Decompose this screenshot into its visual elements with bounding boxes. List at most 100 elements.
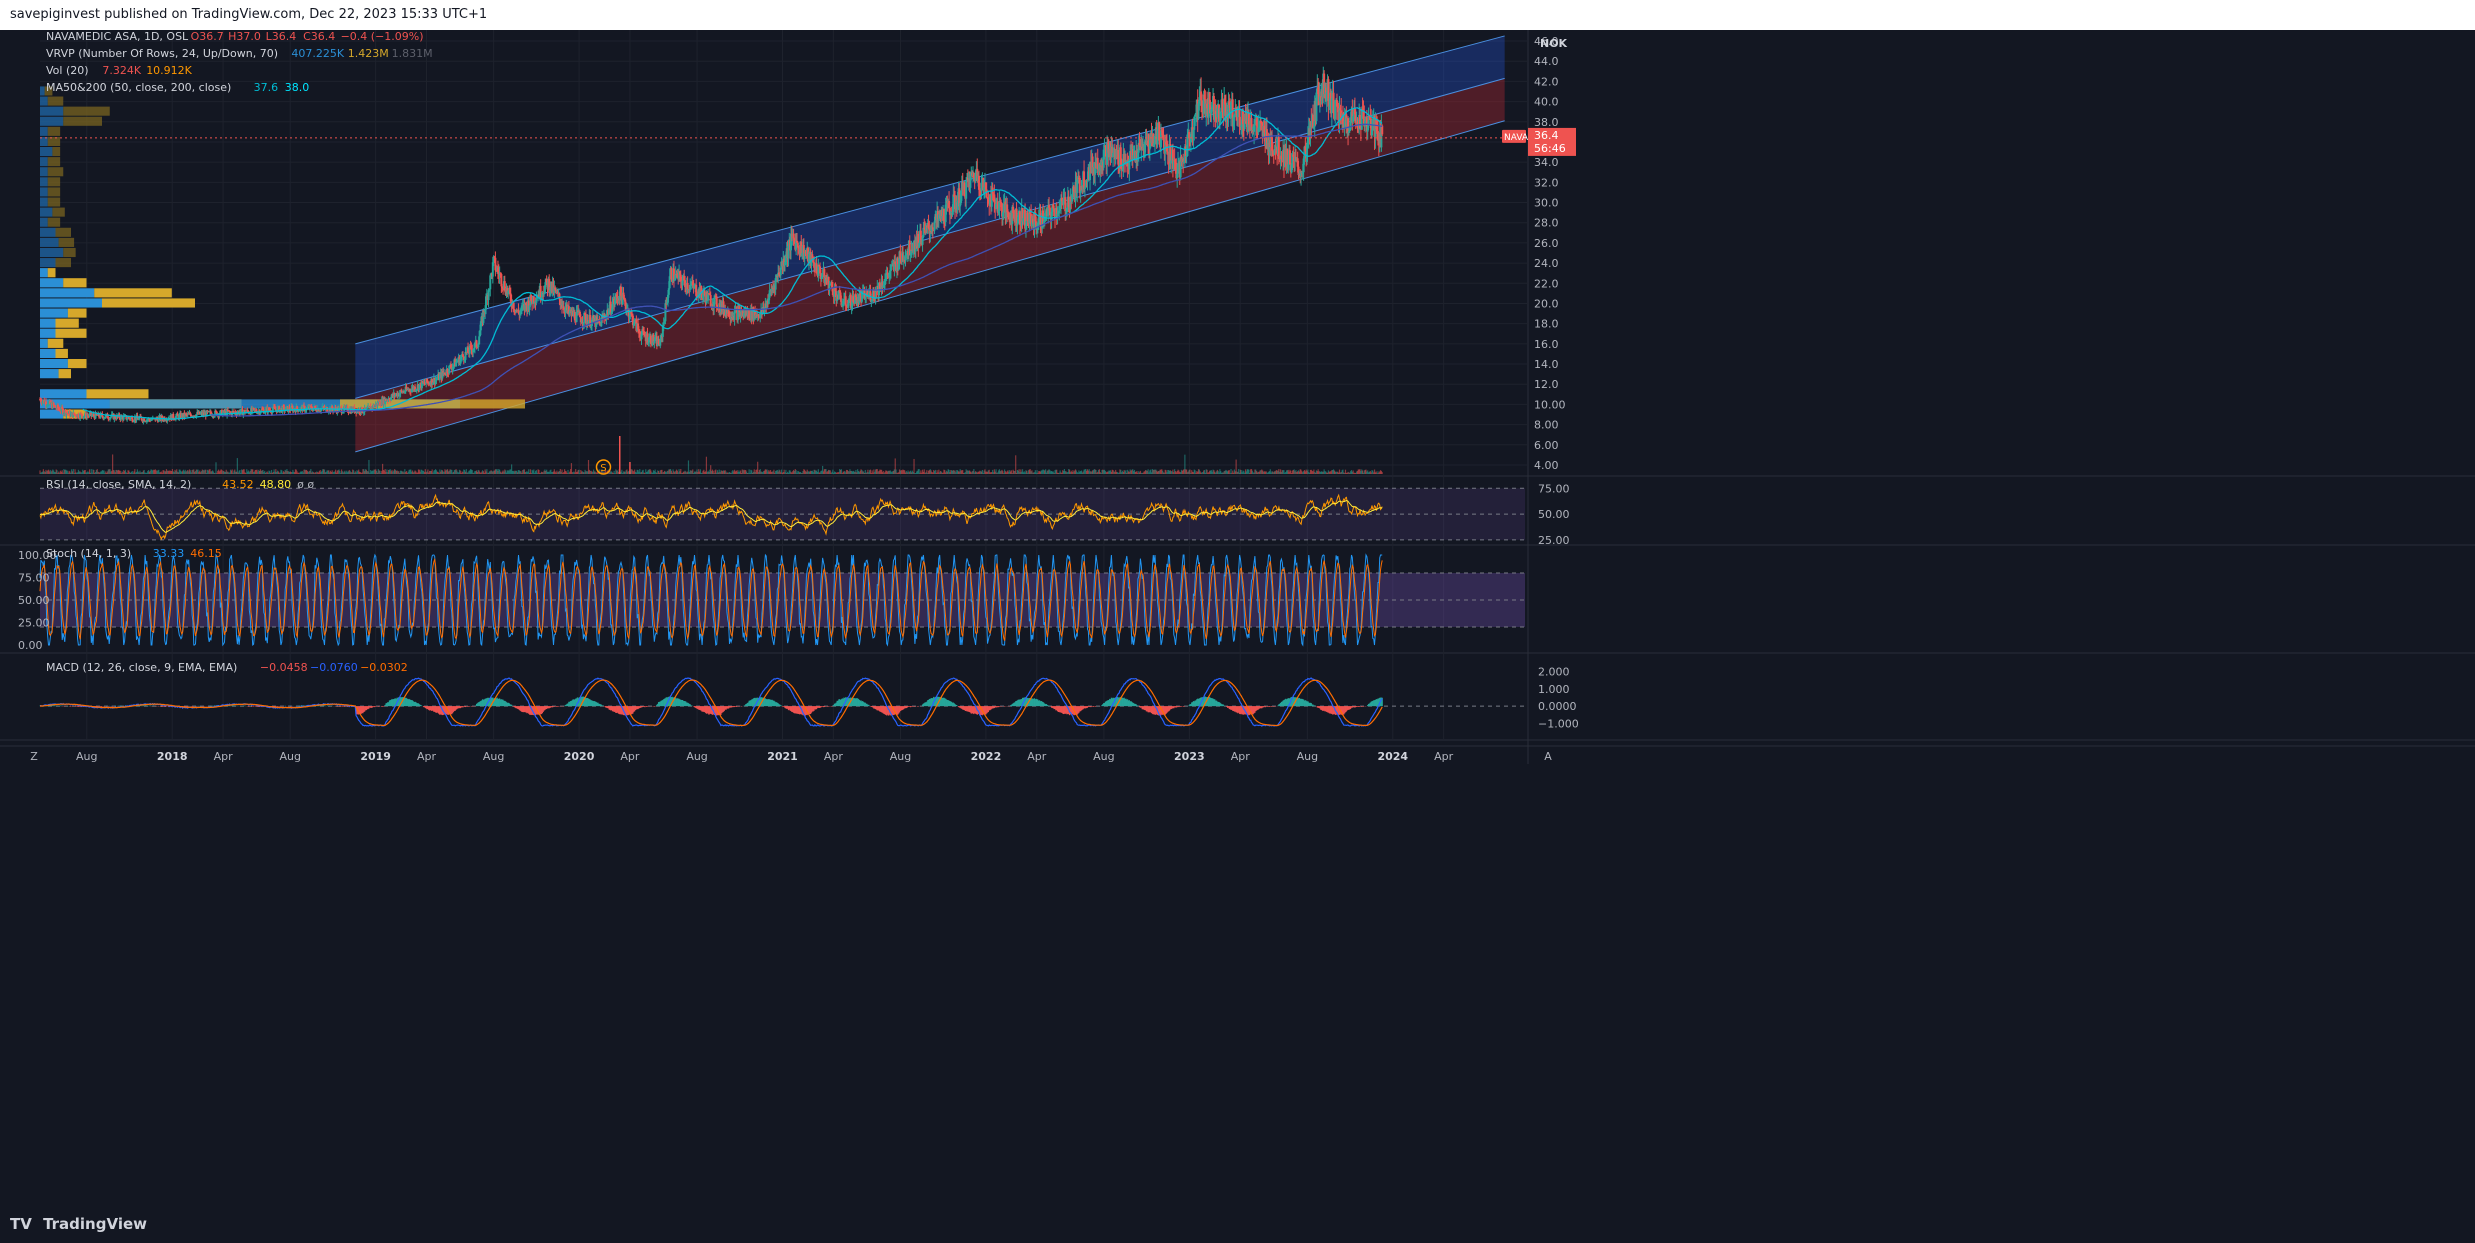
candle-body	[670, 268, 673, 280]
vp-down-bar	[52, 147, 61, 157]
candle-body	[69, 413, 72, 417]
vp-va-up-bar	[40, 298, 102, 308]
candle-body	[1253, 124, 1256, 132]
vp-va-up-bar	[40, 288, 95, 298]
vp-up-bar	[40, 167, 48, 177]
vp-down-bar	[52, 207, 65, 217]
candle-body	[1083, 187, 1086, 189]
vp-down-bar	[47, 96, 64, 106]
candle-body	[484, 296, 487, 310]
vp-up-bar	[40, 247, 64, 258]
vp-va-up-bar	[40, 278, 64, 288]
candle-body	[1078, 177, 1081, 194]
candle-body	[589, 314, 592, 327]
vp-down-bar	[55, 258, 71, 268]
vp-up-bar	[40, 177, 48, 187]
vp-down-bar	[55, 227, 71, 237]
candle-body	[817, 264, 820, 276]
candle-body	[681, 280, 684, 286]
candle-body	[980, 182, 983, 192]
candle-body	[831, 287, 834, 295]
vp-va-up-bar	[40, 318, 56, 328]
candle-body	[501, 286, 504, 289]
vp-up-bar	[40, 237, 59, 247]
dividend-label: S	[600, 463, 606, 474]
candle-body	[80, 413, 83, 416]
vp-up-bar	[40, 187, 48, 197]
vp-va-down-bar	[47, 338, 64, 348]
candle-body	[1381, 125, 1384, 135]
vp-va-up-bar	[40, 338, 48, 348]
vp-down-bar	[47, 187, 61, 197]
vp-va-down-bar	[55, 328, 87, 338]
candle-body	[1079, 191, 1082, 194]
candle-body	[921, 237, 924, 245]
candle-body	[545, 278, 548, 283]
candle-body	[1067, 196, 1070, 207]
candle-body	[748, 310, 751, 319]
vp-down-bar	[47, 126, 61, 136]
vp-down-bar	[47, 177, 61, 187]
candle-body	[1193, 116, 1196, 130]
candle-body	[844, 296, 847, 306]
vp-va-down-bar	[55, 348, 68, 358]
candle-body	[478, 336, 481, 345]
vp-up-bar	[40, 197, 48, 207]
candle-body	[965, 180, 968, 199]
candle-body	[1221, 99, 1224, 113]
vp-va-down-bar	[86, 389, 149, 399]
vp-up-bar	[40, 227, 56, 237]
vp-va-down-bar	[55, 318, 79, 328]
vp-va-up-bar	[40, 268, 48, 278]
publish-text: savepiginvest published on TradingView.c…	[10, 7, 488, 22]
vp-va-up-bar	[40, 389, 87, 399]
vp-up-bar	[40, 157, 48, 167]
vp-up-bar	[40, 126, 48, 136]
vp-va-up-bar	[40, 328, 56, 338]
vp-down-bar	[63, 106, 110, 116]
candle-body	[985, 189, 988, 198]
channel-line	[355, 120, 1505, 453]
vp-va-down-bar	[67, 308, 87, 318]
volume-bars: S	[39, 436, 1383, 475]
vp-down-bar	[47, 217, 61, 227]
vp-va-up-bar	[40, 369, 59, 379]
candle-body	[296, 406, 299, 410]
vp-va-down-bar	[47, 268, 56, 278]
vp-va-up-bar	[40, 348, 56, 358]
vp-up-bar	[40, 147, 53, 157]
candle-body	[366, 407, 369, 409]
vp-va-up-bar	[40, 308, 68, 318]
vp-up-bar	[40, 217, 48, 227]
vp-down-bar	[47, 167, 64, 177]
vp-down-bar	[47, 136, 61, 146]
candle-body	[689, 285, 692, 290]
vp-up-bar	[40, 86, 45, 96]
candle-body	[931, 227, 934, 230]
channel-lower-band	[355, 78, 1505, 452]
candle-body	[73, 412, 76, 415]
vp-va-up-bar	[40, 359, 68, 369]
candle-body	[684, 280, 687, 288]
vp-va-down-bar	[67, 359, 87, 369]
candle-body	[787, 246, 790, 259]
vp-up-bar	[40, 96, 48, 106]
candle-body	[1288, 150, 1291, 165]
vp-down-bar	[63, 247, 76, 258]
vp-down-bar	[47, 197, 61, 207]
vp-up-bar	[40, 207, 53, 217]
rsi-band	[40, 488, 1525, 540]
chart-area[interactable]: S 46.044.042.040.038.036.034.032.030.028…	[0, 30, 2475, 1208]
candle-body	[963, 182, 966, 197]
vp-va-down-bar	[94, 288, 172, 298]
candle-body	[707, 293, 710, 301]
vp-va-down-bar	[58, 369, 71, 379]
vp-va-down-bar	[102, 298, 195, 308]
candle-body	[649, 335, 652, 344]
vp-up-bar	[40, 116, 64, 126]
vp-down-bar	[63, 116, 102, 126]
candle-body	[886, 272, 889, 275]
candle-body	[952, 194, 955, 212]
publish-bar: savepiginvest published on TradingView.c…	[0, 0, 2475, 30]
candle-body	[1360, 108, 1363, 130]
